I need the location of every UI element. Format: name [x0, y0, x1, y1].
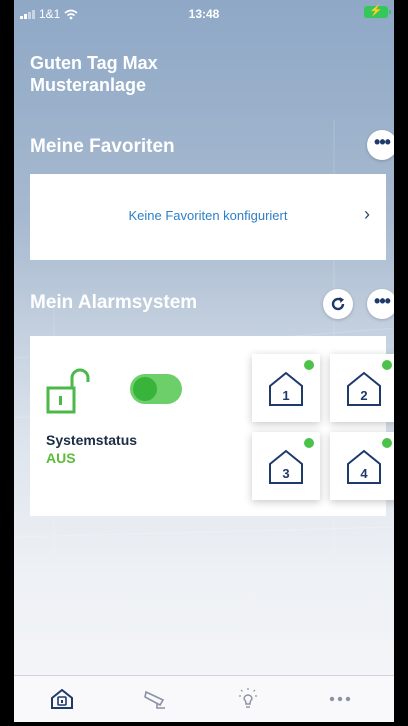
tab-lights[interactable] — [228, 686, 268, 712]
zone-number: 1 — [282, 388, 290, 403]
tab-home[interactable] — [42, 686, 82, 712]
greeting: Guten Tag Max Musteranlage — [30, 52, 158, 96]
app-screen: 1&1 13:48 ⚡ Guten Tag Max Musteranlage M… — [0, 0, 408, 726]
system-status-label: Systemstatus — [46, 432, 138, 448]
zone-status-dot — [382, 360, 392, 370]
favorites-title: Meine Favoriten — [30, 136, 175, 157]
zone-number: 4 — [360, 466, 368, 481]
refresh-button[interactable] — [323, 289, 353, 319]
favorites-card[interactable]: Keine Favoriten konfiguriert › — [30, 174, 386, 260]
zone-4-button[interactable]: 4 — [330, 432, 394, 500]
more-dots-icon: ••• — [374, 132, 391, 152]
more-icon — [329, 696, 351, 702]
zone-status-dot — [304, 438, 314, 448]
lightbulb-icon — [239, 688, 257, 708]
system-status-value: AUS — [46, 450, 76, 466]
home-shield-icon — [51, 688, 73, 709]
zone-3-button[interactable]: 3 — [252, 432, 320, 500]
tab-more[interactable] — [320, 686, 360, 712]
status-time: 13:48 — [188, 7, 220, 21]
status-bar: 1&1 13:48 ⚡ — [14, 0, 394, 28]
tab-bar — [14, 675, 394, 722]
no-favorites-text: Keine Favoriten konfiguriert — [128, 208, 288, 223]
camera-icon — [144, 690, 165, 709]
battery-icon: ⚡ — [364, 5, 391, 18]
zone-number: 3 — [282, 466, 290, 481]
zone-status-dot — [304, 360, 314, 370]
alarm-more-button[interactable]: ••• — [367, 289, 394, 319]
tab-camera[interactable] — [136, 686, 176, 712]
zone-number: 2 — [360, 388, 368, 403]
alarm-toggle[interactable] — [130, 374, 182, 404]
more-dots-icon: ••• — [374, 291, 391, 311]
alarm-title: Mein Alarmsystem — [30, 292, 198, 313]
zone-status-dot — [382, 438, 392, 448]
toggle-knob — [133, 377, 157, 401]
unlocked-padlock-icon — [46, 368, 90, 414]
greeting-name: Guten Tag Max — [30, 53, 158, 73]
alarm-card: Systemstatus AUS 1 2 3 4 — [30, 336, 394, 516]
chevron-right-icon: › — [364, 204, 370, 224]
zone-2-button[interactable]: 2 — [330, 354, 394, 422]
favorites-more-button[interactable]: ••• — [367, 130, 394, 160]
refresh-icon — [331, 297, 345, 311]
installation-name: Musteranlage — [30, 75, 147, 95]
zone-1-button[interactable]: 1 — [252, 354, 320, 422]
